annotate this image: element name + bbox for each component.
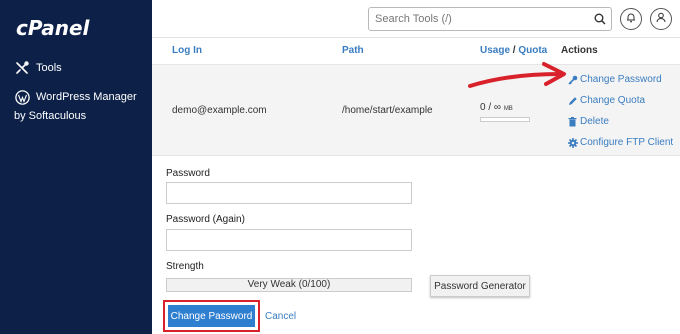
column-header-quota[interactable]: Quota [518,45,547,56]
change-quota-link[interactable]: Change Quota [568,95,645,106]
sidebar-item-sublabel[interactable]: by Softaculous [14,110,86,122]
bell-icon [626,12,636,26]
action-label: Change Quota [580,95,646,106]
column-header-separator: / [512,45,516,56]
login-cell: demo@example.com [172,105,267,116]
notifications-button[interactable] [620,8,642,30]
sidebar-item-label: WordPress Manager [36,91,137,103]
password-field[interactable] [166,182,412,204]
password-again-label: Password (Again) [166,214,245,225]
configure-ftp-client-link[interactable]: Configure FTP Client [568,137,673,148]
wordpress-icon [14,89,30,105]
user-menu-button[interactable] [650,8,672,30]
highlight-box: Change Password [163,300,260,332]
search-icon[interactable] [594,13,606,28]
action-label: Configure FTP Client [580,137,674,148]
cpanel-logo[interactable]: cPanel [16,16,89,40]
sidebar: cPanel Tools WordPress Manager by Softac… [0,0,152,334]
cancel-link[interactable]: Cancel [265,311,296,322]
user-icon [656,12,666,26]
search-box [368,7,612,31]
path-cell: /home/start/example [342,105,433,116]
column-header-login[interactable]: Log In [172,45,202,56]
password-label: Password [166,168,210,179]
sidebar-item-label: Tools [36,62,62,74]
usage-cell: 0 / ∞ MB [480,102,513,113]
column-header-usage-quota: Usage / Quota [480,45,547,56]
top-bar [152,0,680,38]
column-header-path[interactable]: Path [342,45,364,56]
tools-icon [14,60,30,76]
column-header-actions: Actions [561,45,598,56]
change-password-button[interactable]: Change Password [168,305,255,327]
delete-link[interactable]: Delete [568,116,609,127]
strength-meter: Very Weak (0/100) [166,278,412,292]
usage-value: 0 / ∞ [480,102,502,113]
table-header: Log In Path Usage / Quota Actions [152,38,680,64]
trash-icon [568,116,578,127]
change-password-link[interactable]: Change Password [568,74,662,85]
column-header-usage[interactable]: Usage [480,45,510,56]
usage-unit: MB [503,106,513,112]
pencil-icon [568,96,578,106]
password-generator-button[interactable]: Password Generator [430,275,530,297]
search-input[interactable] [369,8,569,30]
strength-label: Strength [166,261,204,272]
password-again-field[interactable] [166,229,412,251]
sidebar-item-wordpress-manager[interactable]: WordPress Manager [14,89,137,105]
table-row: demo@example.com /home/start/example 0 /… [152,64,680,156]
usage-progress-bar [480,117,530,122]
annotation-arrow [468,62,566,88]
sidebar-item-tools[interactable]: Tools [14,60,62,76]
ftp-accounts-app: cPanel Tools WordPress Manager by Softac… [0,0,680,334]
gear-icon [568,137,578,148]
action-label: Change Password [580,74,662,85]
action-label: Delete [580,116,609,127]
